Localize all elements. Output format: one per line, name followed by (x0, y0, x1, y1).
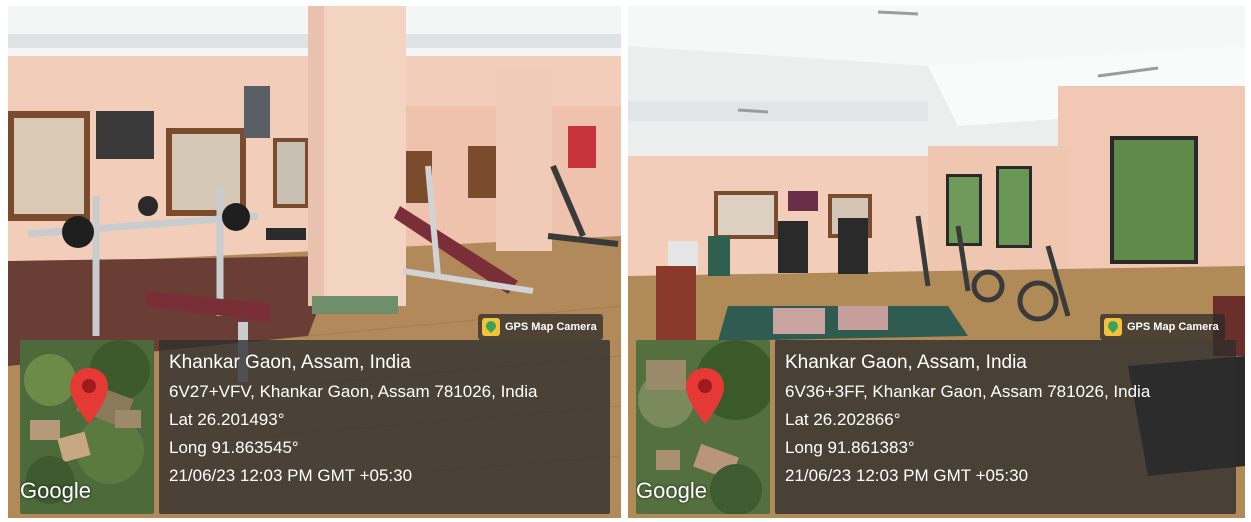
gym-photo-left: GPS Map Camera Google Khankar Gaon, Assa… (8, 6, 621, 518)
gps-map-camera-badge: GPS Map Camera (1100, 314, 1225, 340)
gps-map-camera-badge: GPS Map Camera (478, 314, 603, 340)
latitude-line: Lat 26.202866° (785, 410, 901, 429)
map-thumbnail: Google (636, 340, 770, 514)
location-title: Khankar Gaon, Assam, India (169, 352, 411, 373)
latitude-line: Lat 26.201493° (169, 410, 285, 429)
map-pin-icon (686, 368, 724, 424)
longitude-line: Long 91.863545° (169, 438, 299, 457)
map-thumbnail: Google (20, 340, 154, 514)
longitude-line: Long 91.861383° (785, 438, 915, 457)
timestamp-line: 21/06/23 12:03 PM GMT +05:30 (169, 466, 413, 485)
gym-photo-right: GPS Map Camera Google Khankar Gaon, Assa… (628, 6, 1245, 518)
gps-map-camera-icon (482, 318, 500, 336)
google-map-label: Google (636, 478, 707, 503)
map-pin-icon (70, 368, 108, 424)
geotag-overlay: Google Khankar Gaon, Assam, India 6V27+V… (20, 340, 610, 514)
gps-badge-label: GPS Map Camera (505, 321, 597, 333)
geotag-info-panel: Khankar Gaon, Assam, India 6V27+VFV, Kha… (159, 340, 610, 514)
address-line: 6V36+3FF, Khankar Gaon, Assam 781026, In… (785, 382, 1151, 401)
gps-badge-label: GPS Map Camera (1127, 321, 1219, 333)
geotag-info-panel: Khankar Gaon, Assam, India 6V36+3FF, Kha… (775, 340, 1236, 514)
timestamp-line: 21/06/23 12:03 PM GMT +05:30 (785, 466, 1029, 485)
location-title: Khankar Gaon, Assam, India (785, 352, 1027, 373)
gps-map-camera-icon (1104, 318, 1122, 336)
address-line: 6V27+VFV, Khankar Gaon, Assam 781026, In… (169, 382, 538, 401)
google-map-label: Google (20, 478, 91, 503)
geotag-overlay: Google Khankar Gaon, Assam, India 6V36+3… (636, 340, 1236, 514)
